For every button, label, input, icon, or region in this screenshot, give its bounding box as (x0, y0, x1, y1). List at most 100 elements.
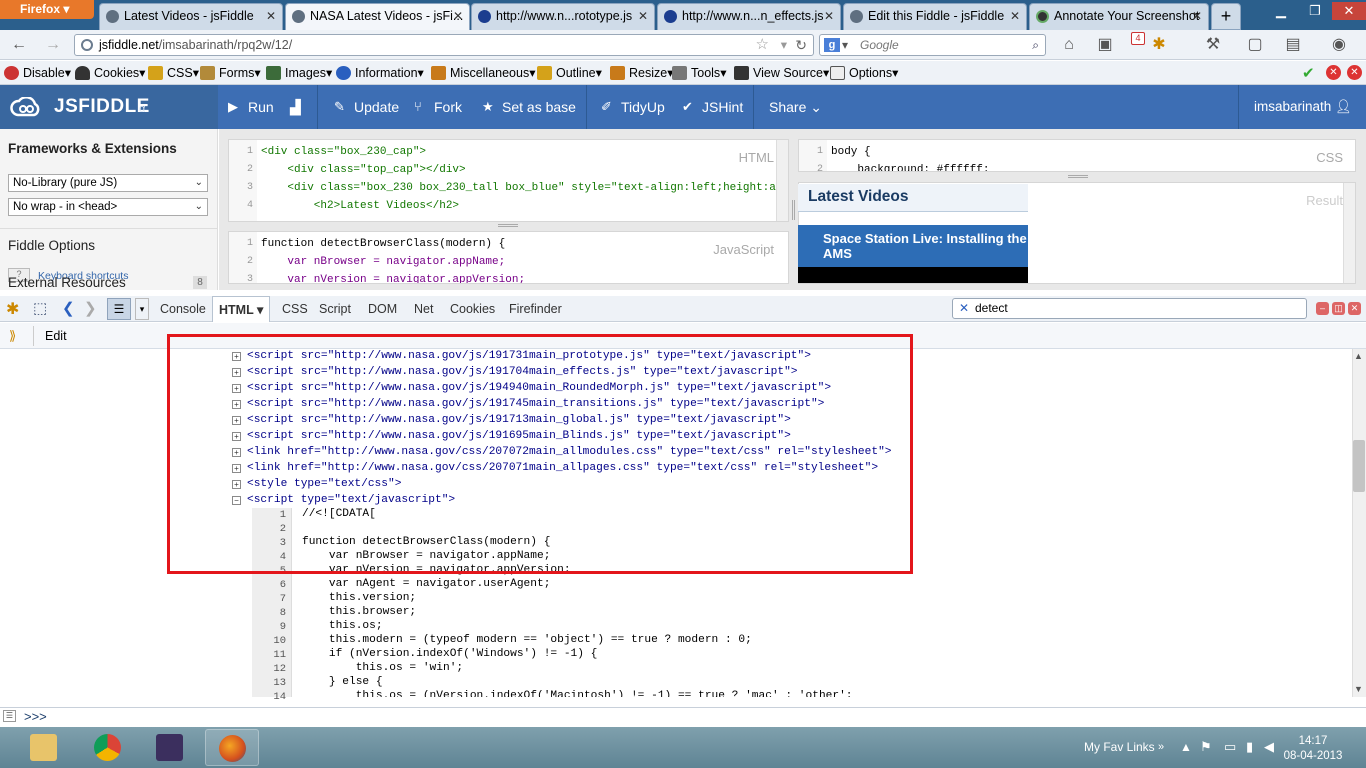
list-icon[interactable]: ☰ (107, 298, 131, 320)
javascript-panel[interactable]: 123 function detectBrowserClass(modern) … (228, 231, 789, 284)
bookmark-star-icon[interactable]: ☆ (756, 35, 769, 55)
wd-images[interactable]: Images▾ (266, 64, 332, 82)
css-panel[interactable]: 12 body { background: #ffffff; CSS (798, 139, 1356, 172)
wd-options[interactable]: Options▾ (830, 64, 898, 82)
close-icon[interactable]: ✕ (266, 4, 276, 28)
stats-button[interactable]: ▟ (290, 85, 301, 129)
url-bar[interactable]: jsfiddle.net/imsabarinath/rpq2w/12/ ☆ ▾ … (74, 34, 814, 56)
tab-html[interactable]: HTML ▾ (212, 296, 271, 322)
window-icon[interactable]: ▤ (1284, 36, 1302, 54)
dropdown-icon[interactable]: ▾ (781, 35, 787, 55)
scroll-down-icon[interactable]: ▼ (1354, 684, 1363, 694)
tray-links-label[interactable]: My Fav Links (1084, 740, 1155, 754)
external-resources-heading[interactable]: External Resources (8, 275, 126, 290)
resize-handle[interactable] (498, 224, 518, 227)
taskbar-chrome[interactable] (81, 729, 135, 766)
scrollbar[interactable] (776, 140, 788, 221)
resize-handle[interactable] (792, 200, 795, 220)
result-video-item[interactable]: Space Station Live: Installing the AMS (798, 225, 1028, 267)
framework-select[interactable]: No-Library (pure JS) ⌄ (8, 174, 208, 192)
firebug-command-line[interactable]: >>> (0, 707, 1366, 727)
chevron-down-icon[interactable]: ▾ (135, 298, 149, 320)
fork-button[interactable]: ⑂ Fork (414, 85, 462, 129)
firebug-search-input[interactable]: ✕ detect (952, 298, 1307, 319)
firebug-icon[interactable]: ✱ (1150, 36, 1168, 54)
wd-view-source[interactable]: View Source▾ (734, 64, 829, 82)
run-button[interactable]: ▶ Run (228, 85, 274, 129)
system-clock[interactable]: 14:17 08-04-2013 (1282, 734, 1344, 764)
command-editor-icon[interactable]: ☰ (3, 710, 16, 722)
tab-nasa-latest-videos[interactable]: NASA Latest Videos - jsFi... ✕ (285, 3, 470, 30)
html-panel[interactable]: 1234 <div class="box_230_cap"> <div clas… (228, 139, 789, 222)
network-icon[interactable]: ▮ (1246, 739, 1253, 755)
search-bar[interactable]: g ▾ Google ⌕ (819, 34, 1046, 56)
close-icon[interactable]: ✕ (638, 4, 648, 28)
close-toolbar-icon[interactable]: ✕ (1347, 65, 1362, 80)
tab-css[interactable]: CSS (282, 296, 308, 322)
edit-button[interactable]: Edit (45, 329, 67, 343)
close-icon[interactable]: ✕ (824, 4, 834, 28)
resize-handle[interactable] (1068, 175, 1088, 178)
tab-prototype-js[interactable]: http://www.n...rototype.js ✕ (471, 3, 655, 30)
google-icon[interactable]: g (824, 38, 840, 52)
maximize-icon[interactable]: ❐ (1298, 2, 1332, 20)
vertical-scrollbar[interactable] (1352, 349, 1366, 697)
clear-search-icon[interactable]: ✕ (959, 299, 969, 318)
minimize-icon[interactable]: – (1316, 302, 1329, 315)
minimize-icon[interactable]: ▁ (1264, 2, 1298, 20)
tab-script[interactable]: Script (319, 296, 351, 322)
tidyup-button[interactable]: ✐ TidyUp (601, 85, 665, 129)
wrap-select[interactable]: No wrap - in <head> ⌄ (8, 198, 208, 216)
close-icon[interactable]: ✕ (1348, 302, 1361, 315)
css-code[interactable]: body { background: #ffffff; (831, 143, 989, 171)
close-icon[interactable]: ✕ (1010, 4, 1020, 28)
notification-badge[interactable]: 4 (1131, 32, 1145, 45)
fiddle-options-heading[interactable]: Fiddle Options (8, 238, 95, 253)
close-window-icon[interactable]: ✕ (1332, 2, 1366, 20)
firefox-menu-button[interactable]: Firefox ▾ (0, 0, 94, 19)
flag-icon[interactable]: ⚑ (1200, 739, 1212, 755)
home-icon[interactable]: ⌂ (1060, 36, 1078, 54)
display-icon[interactable]: ▭ (1224, 739, 1236, 755)
wd-miscellaneous[interactable]: Miscellaneous▾ (431, 64, 536, 82)
wd-cookies[interactable]: Cookies▾ (75, 64, 145, 82)
menu-icon[interactable]: ◉ (1330, 36, 1348, 54)
forward-icon[interactable]: ❯ (84, 299, 97, 317)
close-icon[interactable]: ✕ (1192, 4, 1202, 28)
jshint-button[interactable]: ✔ JSHint (682, 85, 743, 129)
wd-outline[interactable]: Outline▾ (537, 64, 602, 82)
taskbar-firefox[interactable] (205, 729, 259, 766)
forward-icon[interactable]: → (44, 36, 62, 54)
html-code[interactable]: <div class="box_230_cap"> <div class="to… (261, 143, 788, 215)
tab-effects-js[interactable]: http://www.n...n_effects.js ✕ (657, 3, 841, 30)
wd-tools[interactable]: Tools▾ (672, 64, 726, 82)
tab-annotate-screenshot[interactable]: Annotate Your Screenshot ✕ (1029, 3, 1209, 30)
firebug-icon[interactable]: ✱ (6, 299, 19, 319)
chevron-right-icon[interactable]: » (1158, 741, 1164, 753)
taskbar-explorer[interactable] (17, 729, 71, 766)
addon-icon[interactable]: ▣ (1096, 36, 1114, 54)
tab-console[interactable]: Console (160, 296, 206, 322)
tools-icon[interactable]: ⚒ (1204, 36, 1222, 54)
error-icon[interactable]: ✕ (1326, 65, 1341, 80)
javascript-code[interactable]: function detectBrowserClass(modern) { va… (261, 235, 525, 283)
tab-dom[interactable]: DOM (368, 296, 397, 322)
share-button[interactable]: Share ⌄ (769, 85, 822, 129)
scrollbar[interactable] (1343, 183, 1355, 283)
tab-firefinder[interactable]: Firefinder (509, 296, 562, 322)
tab-cookies[interactable]: Cookies (450, 296, 495, 322)
breadcrumb-icon[interactable]: ⟫ (9, 328, 16, 344)
tab-latest-videos[interactable]: Latest Videos - jsFiddle ✕ (99, 3, 283, 30)
user-menu[interactable]: imsabarinath 👤︎ (1238, 85, 1366, 129)
check-icon[interactable]: ✔ (1302, 64, 1315, 82)
taskbar-java-ee-ide[interactable] (143, 729, 197, 766)
wd-resize[interactable]: Resize▾ (610, 64, 674, 82)
wd-disable[interactable]: Disable▾ (4, 64, 71, 82)
update-button[interactable]: ✎ Update (334, 85, 399, 129)
tab-edit-fiddle[interactable]: Edit this Fiddle - jsFiddle ✕ (843, 3, 1027, 30)
back-icon[interactable]: ❮ (62, 299, 75, 317)
tab-net[interactable]: Net (414, 296, 433, 322)
detach-icon[interactable]: ◫ (1332, 302, 1345, 315)
scroll-up-icon[interactable]: ▲ (1354, 351, 1363, 361)
search-icon[interactable]: ⌕ (1032, 35, 1039, 55)
